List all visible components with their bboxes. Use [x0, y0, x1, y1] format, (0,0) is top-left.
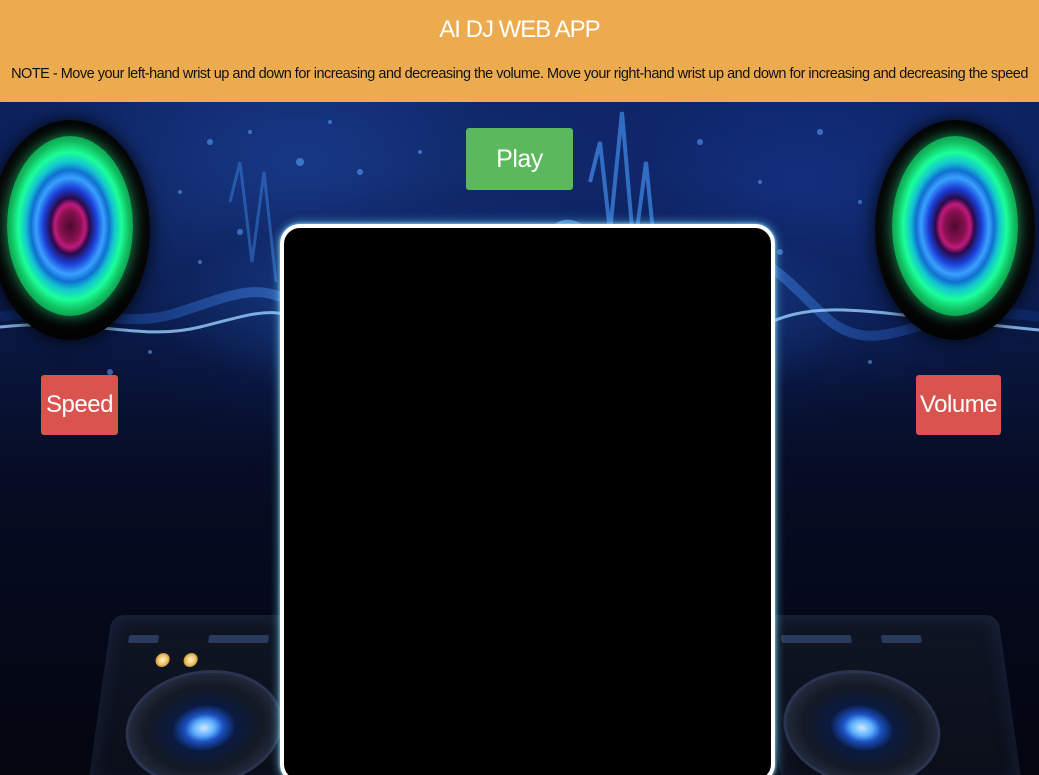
app-header: AI DJ WEB APP NOTE - Move your left-hand…: [0, 0, 1039, 102]
deck-strip: [128, 635, 160, 643]
app-page: AI DJ WEB APP NOTE - Move your left-hand…: [0, 0, 1039, 775]
instructions-note: NOTE - Move your left-hand wrist up and …: [11, 66, 1028, 82]
page-title: AI DJ WEB APP: [439, 16, 600, 43]
deck-strip: [208, 635, 270, 643]
platter-icon: [117, 670, 291, 775]
play-button[interactable]: Play: [466, 128, 573, 190]
speed-button[interactable]: Speed: [41, 375, 118, 435]
webcam-canvas: [280, 224, 775, 775]
speaker-ring-icon: [892, 135, 1018, 316]
deck-light-icon: [182, 653, 199, 667]
deck-strip: [780, 635, 852, 643]
volume-button[interactable]: Volume: [916, 375, 1001, 435]
deck-strip: [880, 635, 922, 643]
speaker-ring-icon: [7, 135, 133, 316]
deck-light-icon: [154, 653, 171, 667]
right-turntable-image: [758, 615, 1022, 775]
right-speaker-image: [875, 120, 1035, 340]
platter-icon: [775, 670, 949, 775]
